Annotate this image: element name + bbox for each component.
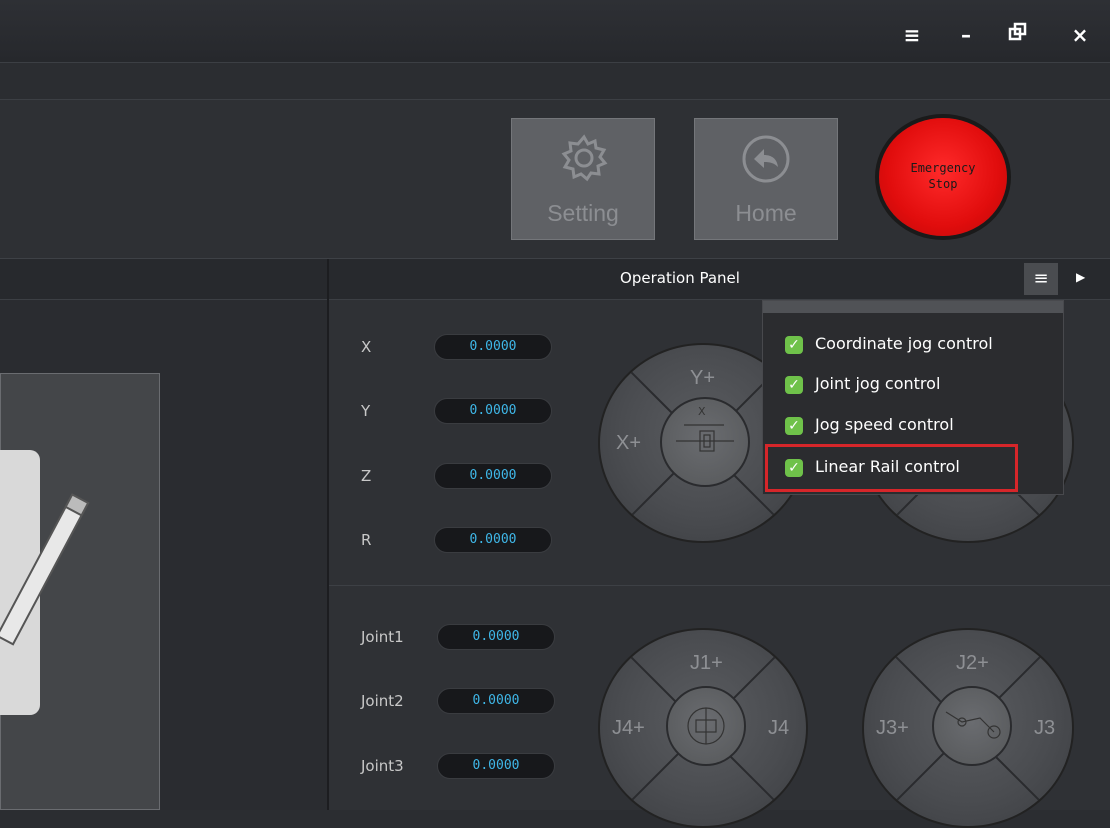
operation-panel-title: Operation Panel — [620, 269, 740, 287]
expand-arrow-icon[interactable]: ▶ — [1076, 270, 1085, 284]
menu-bar — [0, 63, 1110, 100]
joint3-label: Joint3 — [361, 757, 404, 775]
hamburger-icon[interactable]: ≡ — [899, 22, 925, 48]
joint2-value: 0.0000 — [437, 688, 555, 714]
home-label: Home — [735, 200, 797, 226]
menu-item-label: Coordinate jog control — [815, 334, 993, 353]
setting-button[interactable]: Setting — [511, 118, 655, 240]
menu-item-label: Joint jog control — [815, 374, 941, 393]
jog-hub — [666, 686, 746, 766]
joint-rotation-icon — [687, 707, 725, 745]
jog-hub: X — [660, 397, 750, 487]
menu-item-coordinate-jog[interactable]: ✓ Coordinate jog control — [785, 329, 993, 359]
jog-j4-minus-button[interactable]: J4 — [768, 717, 789, 740]
left-panel-header — [0, 259, 327, 300]
emergency-stop-label: Emergency Stop — [910, 161, 976, 191]
hamburger-icon: ≡ — [1033, 268, 1049, 289]
jog-j1-plus-button[interactable]: J1+ — [690, 652, 723, 675]
jog-x-plus-button[interactable]: X+ — [616, 432, 641, 455]
back-arrow-icon — [742, 135, 790, 183]
coord-value-r: 0.0000 — [434, 527, 552, 553]
highlight-box — [765, 444, 1018, 492]
coord-value-y: 0.0000 — [434, 398, 552, 424]
joint1-value: 0.0000 — [437, 624, 555, 650]
restore-icon[interactable] — [1005, 22, 1031, 48]
jog-j2-plus-button[interactable]: J2+ — [956, 652, 989, 675]
minimize-icon[interactable]: – — [953, 22, 979, 48]
jog-j3-plus-button[interactable]: J3+ — [876, 717, 909, 740]
axis-label-z: Z — [361, 467, 372, 485]
joint1-label: Joint1 — [361, 628, 404, 646]
hub-axis-label: X — [698, 405, 706, 418]
coord-value-x: 0.0000 — [434, 334, 552, 360]
close-icon[interactable]: × — [1067, 22, 1093, 48]
robot-arm-icon — [945, 711, 1001, 739]
checkbox-checked-icon[interactable]: ✓ — [785, 375, 803, 394]
checkbox-checked-icon[interactable]: ✓ — [785, 335, 803, 354]
checkbox-checked-icon[interactable]: ✓ — [785, 416, 803, 435]
robot-top-view-icon — [676, 424, 734, 452]
jog-j4-plus-button[interactable]: J4+ — [612, 717, 645, 740]
pen-tool-card[interactable] — [0, 450, 90, 715]
title-bar: ≡ – × — [0, 0, 1110, 63]
dropdown-top-border — [763, 301, 1063, 313]
pencil-icon — [0, 493, 90, 646]
joint2-label: Joint2 — [361, 692, 404, 710]
menu-item-joint-jog[interactable]: ✓ Joint jog control — [785, 369, 940, 399]
joint-jog-wheel-1[interactable]: J1+ J4+ J4 — [598, 628, 808, 828]
jog-y-plus-button[interactable]: Y+ — [690, 367, 715, 390]
axis-label-r: R — [361, 531, 372, 549]
jog-j3-minus-button[interactable]: J3 — [1034, 717, 1055, 740]
section-divider — [329, 585, 1110, 586]
coord-value-z: 0.0000 — [434, 463, 552, 489]
axis-label-x: X — [361, 338, 372, 356]
jog-hub — [932, 686, 1012, 766]
menu-item-label: Jog speed control — [815, 415, 954, 434]
gear-icon — [561, 134, 608, 182]
joint3-value: 0.0000 — [437, 753, 555, 779]
joint-jog-wheel-2[interactable]: J2+ J3+ J3 — [862, 628, 1074, 828]
panel-menu-button[interactable]: ≡ — [1024, 263, 1058, 295]
menu-item-jog-speed[interactable]: ✓ Jog speed control — [785, 410, 954, 440]
home-button[interactable]: Home — [694, 118, 838, 240]
axis-label-y: Y — [361, 402, 371, 420]
setting-label: Setting — [547, 200, 619, 226]
emergency-stop-button[interactable]: Emergency Stop — [879, 118, 1007, 236]
